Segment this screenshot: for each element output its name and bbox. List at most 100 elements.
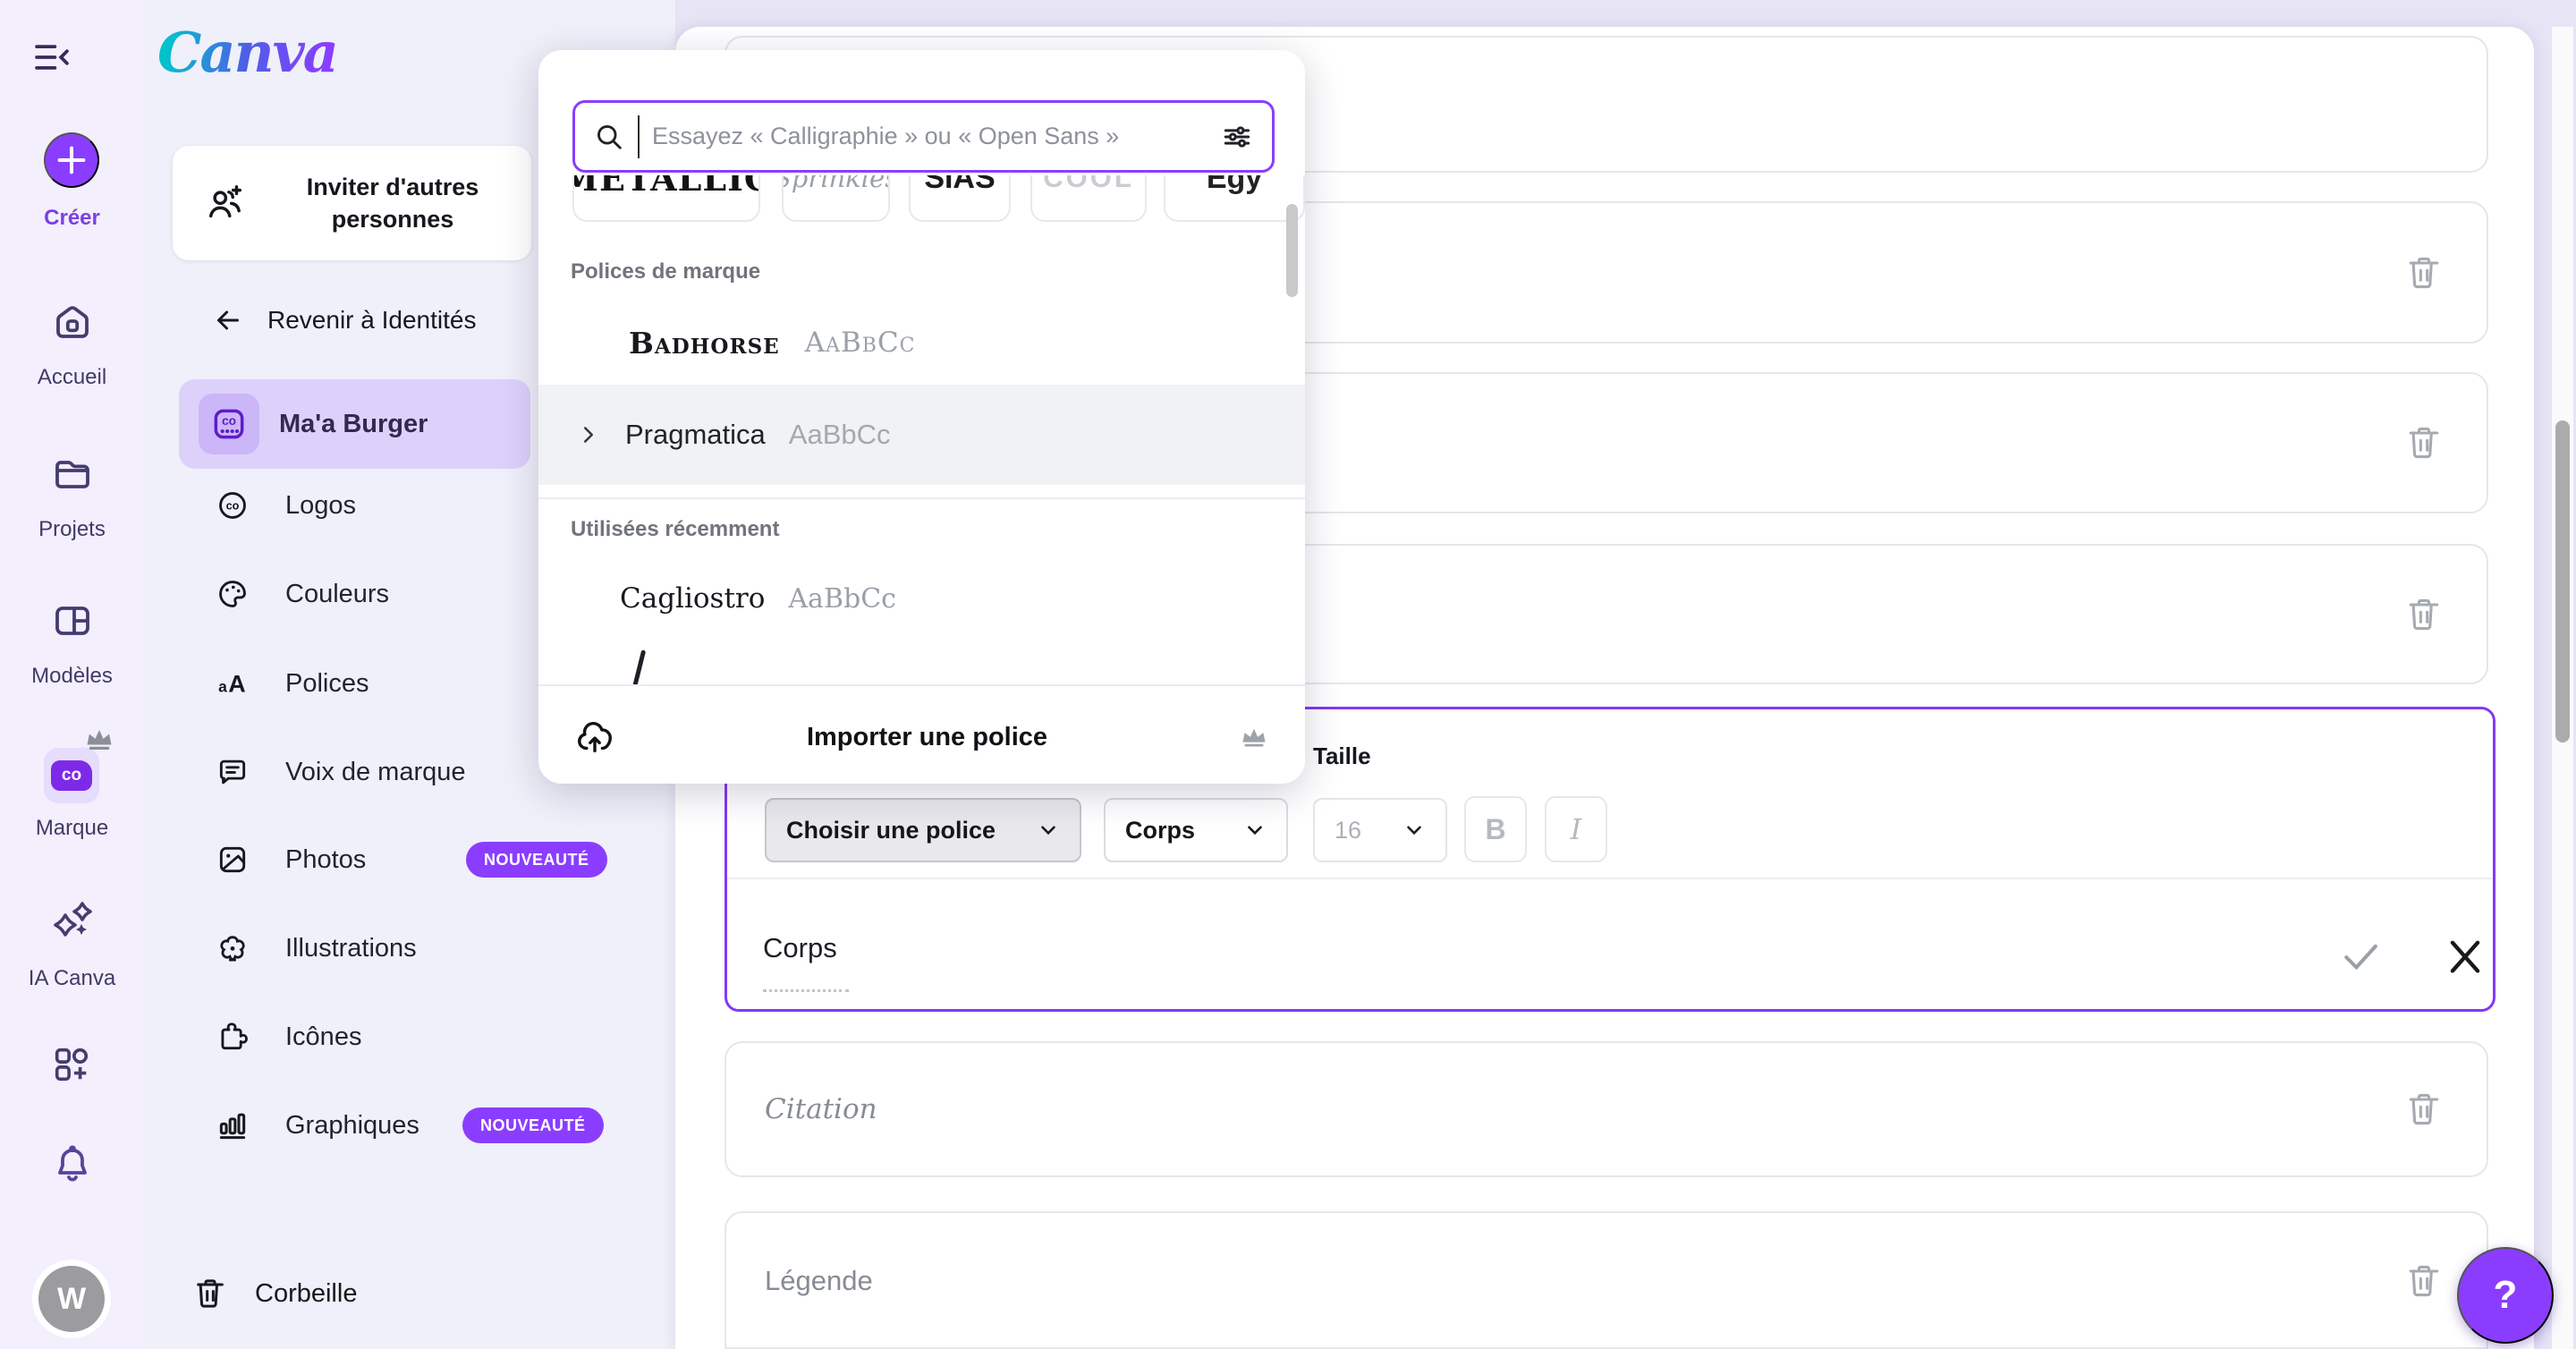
photos-icon bbox=[216, 843, 250, 877]
delete-row-button[interactable] bbox=[2404, 593, 2444, 636]
icons-icon bbox=[216, 1020, 250, 1054]
svg-text:A: A bbox=[228, 671, 245, 698]
citation-row[interactable]: Citation bbox=[724, 1041, 2488, 1177]
font-row-pragmatica[interactable]: Pragmatica AaBbCc bbox=[538, 385, 1305, 485]
chevron-down-icon bbox=[1248, 826, 1262, 836]
style-chip[interactable]: METALLIC bbox=[572, 175, 760, 222]
font-row-badhorse[interactable]: Badhorse AaBbCc bbox=[538, 301, 1305, 385]
divider bbox=[538, 684, 1305, 686]
style-select-value: Corps bbox=[1125, 816, 1196, 844]
style-chip[interactable]: Sprinkles bbox=[782, 175, 890, 222]
brand-kit-icon: co bbox=[214, 409, 244, 439]
font-sample: AaBbCc bbox=[788, 419, 891, 450]
font-search-input[interactable] bbox=[652, 123, 1208, 150]
font-search-bar bbox=[572, 100, 1275, 173]
sidebar-item-maa-burger[interactable]: co Ma'a Burger bbox=[179, 379, 530, 469]
create-button[interactable] bbox=[44, 132, 99, 188]
sidebar-item-modeles[interactable] bbox=[51, 599, 94, 642]
sidebar-item-projets-label: Projets bbox=[38, 517, 106, 541]
sidebar-item-corbeille-label: Corbeille bbox=[255, 1278, 358, 1308]
photos-new-badge: NOUVEAUTÉ bbox=[466, 842, 607, 878]
close-icon bbox=[2450, 940, 2480, 973]
home-icon bbox=[56, 306, 89, 338]
sidebar-item-corbeille[interactable]: Corbeille bbox=[192, 1274, 357, 1313]
italic-button[interactable]: I bbox=[1545, 796, 1607, 862]
confirm-button[interactable] bbox=[2336, 930, 2388, 982]
sidebar-item-illustrations[interactable]: Illustrations bbox=[216, 916, 417, 980]
style-chip[interactable]: Egy bbox=[1164, 175, 1305, 222]
recent-fonts-section-title: Utilisées récemment bbox=[571, 517, 780, 541]
search-icon bbox=[597, 124, 622, 149]
sidebar-item-maa-burger-label: Ma'a Burger bbox=[279, 409, 428, 438]
font-style-chips: METALLIC Sprinkles SIAS COOL Egy bbox=[572, 175, 1305, 224]
illustrations-icon bbox=[216, 931, 250, 965]
editable-underline bbox=[763, 989, 849, 992]
crown-icon bbox=[82, 725, 116, 751]
sidebar-item-ia-canva[interactable] bbox=[51, 900, 94, 943]
brand-voice-icon bbox=[216, 755, 250, 789]
sidebar-item-projets[interactable] bbox=[51, 453, 94, 496]
sidebar-item-voix-de-marque[interactable]: Voix de marque bbox=[216, 740, 466, 804]
chevron-down-icon bbox=[1407, 826, 1421, 836]
popover-scrollbar-thumb[interactable] bbox=[1286, 204, 1298, 297]
avatar-initial: W bbox=[38, 1266, 105, 1332]
font-name: Cagliostro bbox=[620, 582, 766, 615]
brand-kit-icon: co bbox=[51, 760, 92, 791]
citation-label: Citation bbox=[765, 1093, 877, 1125]
sidebar-item-marque-label: Marque bbox=[35, 816, 109, 840]
font-name: Pragmatica bbox=[625, 419, 766, 450]
sidebar-item-logos[interactable]: co Logos bbox=[216, 473, 356, 538]
font-row-cagliostro[interactable]: Cagliostro AaBbCc bbox=[538, 556, 1305, 641]
trash-icon bbox=[2409, 1093, 2439, 1125]
filter-sliders-icon[interactable] bbox=[1220, 120, 1254, 154]
sidebar-item-couleurs[interactable]: Couleurs bbox=[216, 562, 389, 626]
trash-icon bbox=[2409, 427, 2439, 459]
font-sample: AaBbCc bbox=[804, 327, 916, 359]
sidebar-item-polices[interactable]: aA Polices bbox=[216, 651, 369, 716]
partially-visible-font-row bbox=[626, 649, 653, 684]
size-select[interactable]: 16 bbox=[1313, 798, 1447, 862]
scrollbar-thumb[interactable] bbox=[2555, 420, 2570, 742]
style-name-input[interactable]: Corps bbox=[763, 932, 837, 964]
legende-row[interactable]: Légende bbox=[724, 1211, 2488, 1349]
sparkles-icon bbox=[54, 902, 92, 937]
crown-icon-glyph bbox=[87, 730, 112, 751]
svg-text:co: co bbox=[222, 414, 236, 428]
delete-row-button[interactable] bbox=[2404, 421, 2444, 464]
sidebar-item-marque[interactable]: co bbox=[44, 748, 99, 803]
sidebar-item-logos-label: Logos bbox=[285, 490, 357, 520]
delete-row-button[interactable] bbox=[2404, 251, 2444, 294]
check-icon bbox=[2344, 944, 2377, 971]
help-button[interactable]: ? bbox=[2457, 1247, 2554, 1344]
import-font-button[interactable]: Importer une police bbox=[538, 691, 1305, 784]
notifications-button[interactable] bbox=[51, 1143, 94, 1186]
choose-font-button[interactable]: Choisir une police bbox=[765, 798, 1081, 862]
collapse-sidebar-button[interactable] bbox=[32, 39, 72, 75]
style-select[interactable]: Corps bbox=[1104, 798, 1288, 862]
back-to-identities-label: Revenir à Identités bbox=[267, 306, 477, 334]
bold-button[interactable]: B bbox=[1464, 796, 1527, 862]
invite-people-button[interactable]: Inviter d'autres personnes bbox=[173, 146, 531, 260]
sidebar-item-photos-label: Photos bbox=[285, 844, 367, 874]
sidebar-item-accueil[interactable] bbox=[51, 301, 94, 344]
divider bbox=[727, 878, 2493, 879]
fonts-icon: aA bbox=[216, 666, 250, 700]
sidebar-item-photos[interactable]: Photos bbox=[216, 827, 366, 892]
delete-row-button[interactable] bbox=[2404, 1088, 2444, 1131]
sidebar-item-icones[interactable]: Icônes bbox=[216, 1005, 361, 1069]
delete-row-button[interactable] bbox=[2404, 1260, 2444, 1302]
svg-text:a: a bbox=[218, 678, 227, 696]
chevron-right-icon[interactable] bbox=[575, 421, 602, 448]
sidebar-item-voix-de-marque-label: Voix de marque bbox=[285, 757, 466, 786]
style-chip[interactable]: COOL bbox=[1030, 175, 1147, 222]
sidebar-item-modeles-label: Modèles bbox=[31, 664, 113, 688]
cancel-button[interactable] bbox=[2440, 930, 2492, 982]
sidebar-item-graphiques[interactable]: Graphiques bbox=[216, 1093, 419, 1158]
choose-font-label: Choisir une police bbox=[786, 816, 996, 844]
plus-icon bbox=[57, 146, 86, 174]
account-avatar[interactable]: W bbox=[32, 1260, 111, 1338]
style-chip[interactable]: SIAS bbox=[909, 175, 1011, 222]
size-select-value: 16 bbox=[1335, 816, 1362, 844]
apps-button[interactable] bbox=[51, 1043, 94, 1086]
back-to-identities-button[interactable]: Revenir à Identités bbox=[212, 304, 476, 336]
